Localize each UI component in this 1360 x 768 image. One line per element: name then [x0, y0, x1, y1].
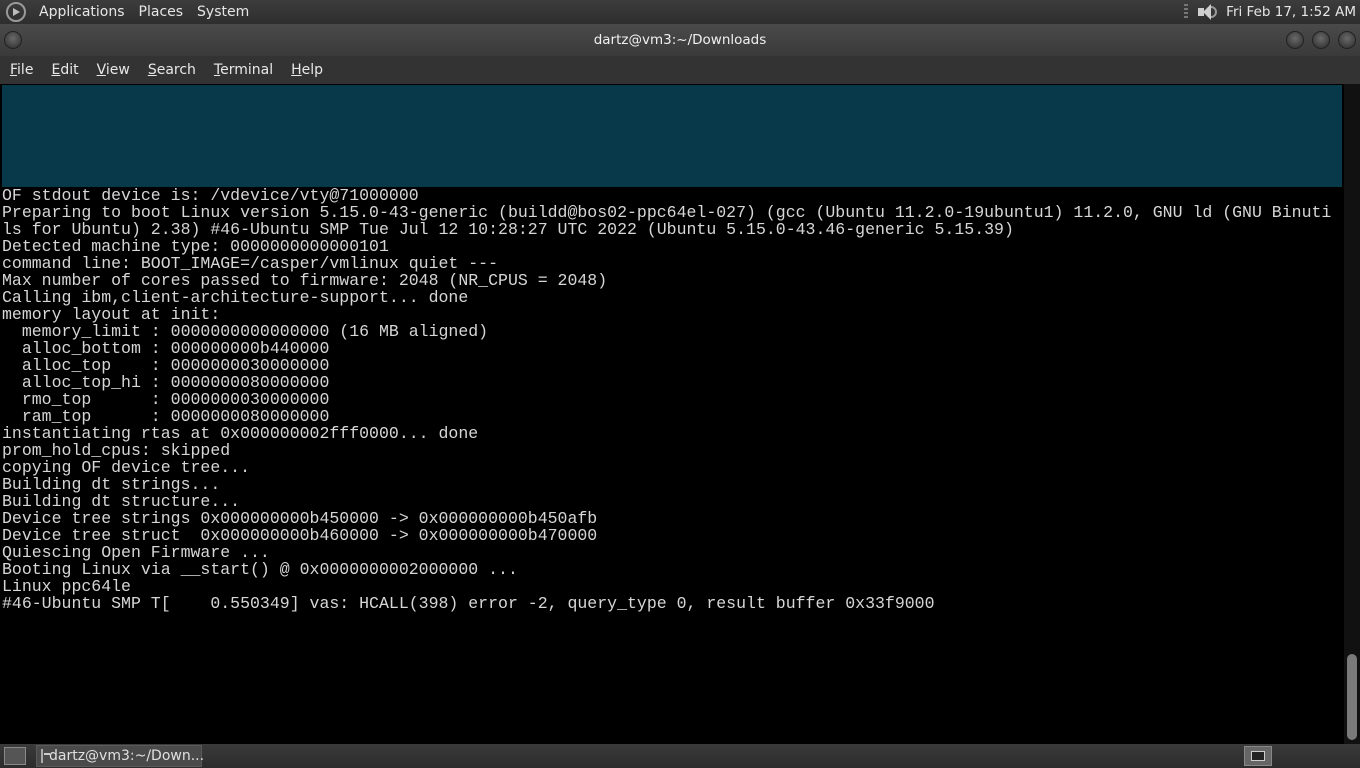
menu-search[interactable]: Search [142, 62, 202, 78]
terminal-line: copying OF device tree... [2, 458, 251, 477]
window-title: dartz@vm3:~/Downloads [593, 32, 767, 48]
minimize-button[interactable] [1286, 31, 1304, 49]
volume-icon[interactable] [1196, 3, 1218, 21]
menu-view[interactable]: View [91, 62, 136, 78]
terminal-line: memory_limit : 0000000000000000 (16 MB a… [2, 322, 489, 341]
terminal-line: command line: BOOT_IMAGE=/casper/vmlinux… [2, 254, 499, 273]
maximize-button[interactable] [1312, 31, 1330, 49]
terminal-line: ls for Ubuntu) 2.38) #46-Ubuntu SMP Tue … [2, 220, 1014, 239]
panel-tray: Fri Feb 17, 1:52 AM [1184, 3, 1360, 21]
top-panel: Applications Places System Fri Feb 17, 1… [0, 0, 1360, 24]
distro-logo-icon[interactable] [6, 2, 26, 22]
terminal-line: OF stdout device is: /vdevice/vty@710000… [2, 187, 419, 205]
terminal-colored-block [2, 85, 1342, 187]
menubar: File Edit View Search Terminal Help [0, 56, 1360, 84]
terminal-line: memory layout at init: [2, 305, 221, 324]
terminal-line: Max number of cores passed to firmware: … [2, 271, 608, 290]
terminal-line: Preparing to boot Linux version 5.15.0-4… [2, 203, 1332, 222]
terminal-icon [41, 749, 50, 763]
menu-file[interactable]: File [4, 62, 39, 78]
terminal-line: alloc_top_hi : 0000000080000000 [2, 373, 330, 392]
scrollbar-thumb[interactable] [1347, 654, 1357, 740]
terminal-scrollbar[interactable] [1344, 84, 1360, 744]
taskbar-window-button[interactable]: dartz@vm3:~/Down... [36, 745, 205, 767]
terminal-line: prom_hold_cpus: skipped [2, 441, 231, 460]
terminal-line: alloc_top : 0000000030000000 [2, 356, 330, 375]
close-button[interactable] [1338, 31, 1356, 49]
terminal-line: Detected machine type: 0000000000000101 [2, 237, 389, 256]
applications-menu[interactable]: Applications [32, 0, 132, 24]
terminal-line: Linux ppc64le [2, 577, 131, 596]
terminal-line: ram_top : 0000000080000000 [2, 407, 330, 426]
terminal-line: rmo_top : 0000000030000000 [2, 390, 330, 409]
window-titlebar[interactable]: dartz@vm3:~/Downloads [0, 24, 1360, 56]
menu-edit[interactable]: Edit [45, 62, 84, 78]
terminal-window: dartz@vm3:~/Downloads File Edit View Sea… [0, 24, 1360, 744]
panel-grip-icon [1184, 4, 1189, 20]
panel-clock[interactable]: Fri Feb 17, 1:52 AM [1226, 4, 1360, 20]
system-menu[interactable]: System [190, 0, 256, 24]
terminal-line: Device tree struct 0x000000000b460000 ->… [2, 526, 598, 545]
taskbar-window-label: dartz@vm3:~/Down... [49, 748, 205, 764]
terminal-area[interactable]: OF stdout device is: /vdevice/vty@710000… [0, 84, 1360, 744]
terminal-output[interactable]: OF stdout device is: /vdevice/vty@710000… [2, 187, 1344, 612]
terminal-line: Quiescing Open Firmware ... [2, 543, 270, 562]
show-desktop-icon[interactable] [4, 747, 26, 765]
window-menu-button[interactable] [4, 31, 22, 49]
workspace-icon [1251, 751, 1265, 761]
menu-help[interactable]: Help [285, 62, 329, 78]
terminal-line: Device tree strings 0x000000000b450000 -… [2, 509, 598, 528]
places-menu[interactable]: Places [132, 0, 191, 24]
terminal-line: Building dt strings... [2, 475, 221, 494]
menu-terminal[interactable]: Terminal [208, 62, 279, 78]
terminal-line: Calling ibm,client-architecture-support.… [2, 288, 469, 307]
terminal-line: instantiating rtas at 0x000000002fff0000… [2, 424, 479, 443]
terminal-line: Booting Linux via __start() @ 0x00000000… [2, 560, 518, 579]
terminal-line: alloc_bottom : 000000000b440000 [2, 339, 330, 358]
terminal-line: #46-Ubuntu SMP T[ 0.550349] vas: HCALL(3… [2, 594, 935, 612]
bottom-panel: dartz@vm3:~/Down... [0, 744, 1360, 768]
workspace-switcher[interactable] [1244, 746, 1272, 766]
terminal-line: Building dt structure... [2, 492, 241, 511]
